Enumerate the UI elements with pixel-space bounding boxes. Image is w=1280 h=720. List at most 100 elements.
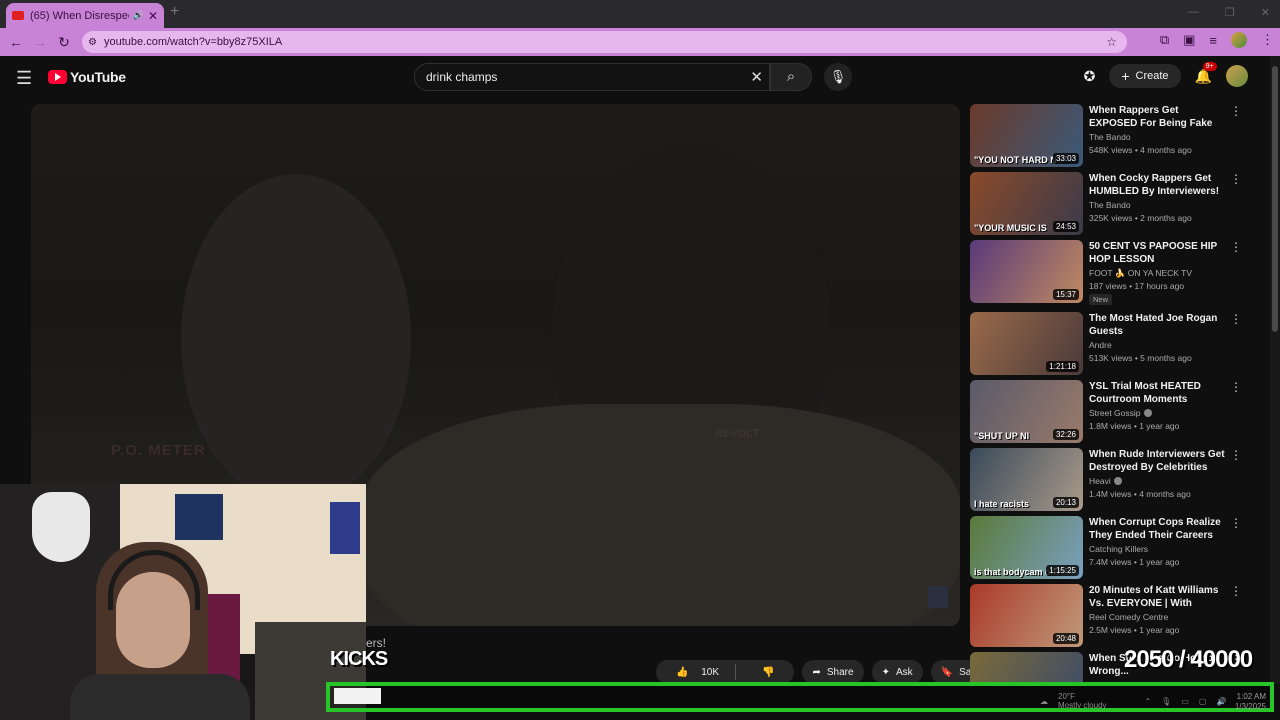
minimize-icon[interactable]: — [1188, 6, 1199, 19]
scrollbar-thumb[interactable] [1272, 66, 1278, 332]
channel-name: The Bando [1089, 200, 1131, 210]
bookmark-icon: 🔖 [940, 666, 954, 678]
create-button[interactable]: + Create [1109, 64, 1181, 88]
notifications-button[interactable]: 🔔 9+ [1195, 61, 1217, 85]
recommendation-thumbnail[interactable]: "YOUR MUSIC IS 24:53 [970, 172, 1083, 235]
browser-menu-icon[interactable]: ⋮ [1261, 32, 1274, 48]
thumbnail-text: "SHUT UP NI [974, 431, 1030, 441]
weather-icon[interactable]: ☁ [1040, 697, 1048, 706]
hamburger-menu-icon[interactable]: ☰ [16, 68, 32, 89]
streamer-shirt [70, 674, 250, 720]
recommendation-thumbnail[interactable]: 20:48 [970, 584, 1083, 647]
recommendation-thumbnail[interactable]: 15:37 [970, 240, 1083, 303]
more-options-icon[interactable]: ⋮ [1230, 584, 1242, 598]
recommendation-title[interactable]: When Cocky Rappers Get HUMBLED By Interv… [1089, 172, 1227, 198]
browser-tab-strip: (65) When Disrespectful Int 🔊 ✕ + — ❐ ✕ [0, 0, 1280, 28]
tray-display-icon[interactable]: ▢ [1199, 697, 1207, 706]
weather-widget[interactable]: 20°F Mostly cloudy [1058, 692, 1106, 710]
page-scrollbar[interactable] [1270, 56, 1280, 684]
tray-volume-icon[interactable]: 🔊 [1216, 697, 1226, 706]
like-button[interactable]: 👍 10K [656, 667, 729, 678]
more-options-icon[interactable]: ⋮ [1230, 104, 1242, 118]
address-bar[interactable]: ⚙ youtube.com/watch?v=bby8z75XILA ☆ [82, 31, 1127, 53]
youtube-logo-text: YouTube [70, 69, 126, 85]
recommendation-item[interactable]: "SHUT UP NI 32:26 YSL Trial Most HEATED Co… [970, 380, 1248, 446]
recommendation-item[interactable]: "YOUR MUSIC IS 24:53 When Cocky Rappers Ge… [970, 172, 1248, 238]
ask-button[interactable]: ✦ Ask [871, 660, 923, 684]
recommendation-title[interactable]: YSL Trial Most HEATED Courtroom Moments [1089, 380, 1227, 406]
recommendation-meta: 513K views • 5 months ago [1089, 353, 1192, 363]
recommendation-channel[interactable]: The Bando [1089, 132, 1131, 142]
close-window-icon[interactable]: ✕ [1261, 6, 1270, 19]
recommendation-title[interactable]: 50 CENT VS PAPOOSE HIP HOP LESSON LEARNE… [1089, 240, 1227, 266]
account-avatar[interactable] [1226, 65, 1248, 87]
more-options-icon[interactable]: ⋮ [1230, 240, 1242, 254]
video-watermark: REVOLT [715, 428, 759, 440]
duration-badge: 20:48 [1052, 633, 1079, 644]
recommendation-meta: 548K views • 4 months ago [1089, 145, 1192, 155]
more-options-icon[interactable]: ⋮ [1230, 312, 1242, 326]
recommendation-thumbnail[interactable]: I hate racists 20:13 [970, 448, 1083, 511]
forward-icon[interactable]: → [28, 34, 52, 50]
recommendation-thumbnail[interactable]: "SHUT UP NI 32:26 [970, 380, 1083, 443]
recommendation-channel[interactable]: Andre [1089, 340, 1112, 350]
recommendation-item[interactable]: is that bodycam on? 1:15:25 When Corrupt C… [970, 516, 1248, 582]
recommendation-channel[interactable]: Street Gossip [1089, 408, 1152, 418]
reload-icon[interactable]: ↻ [52, 34, 76, 51]
recommendation-thumbnail[interactable]: 1:21:18 [970, 312, 1083, 375]
tab-title: (65) When Disrespectful Int [30, 9, 129, 22]
reading-list-icon[interactable]: ≡ [1209, 33, 1217, 48]
recommendation-channel[interactable]: Heavi [1089, 476, 1122, 486]
new-tab-icon[interactable]: + [170, 4, 184, 20]
recommendation-title[interactable]: When Corrupt Cops Realize They Ended The… [1089, 516, 1227, 542]
search-input[interactable]: drink champs ✕ [414, 63, 770, 91]
more-options-icon[interactable]: ⋮ [1230, 448, 1242, 462]
recommendation-title[interactable]: When Rude Interviewers Get Destroyed By … [1089, 448, 1227, 474]
recommendation-item[interactable]: 1:21:18 The Most Hated Joe Rogan Guests An… [970, 312, 1248, 378]
recommendation-title[interactable]: The Most Hated Joe Rogan Guests [1089, 312, 1227, 338]
more-options-icon[interactable]: ⋮ [1230, 380, 1242, 394]
recommendation-title[interactable]: When Rappers Get EXPOSED For Being Fake … [1089, 104, 1227, 130]
youtube-header: ☰ YouTube drink champs ✕ ⌕ 🎙 ✪ + Create … [0, 56, 1270, 100]
recommendation-thumbnail[interactable] [970, 652, 1083, 684]
bookmark-star-icon[interactable]: ☆ [1106, 35, 1117, 49]
speaker-icon[interactable]: 🔊 [133, 10, 144, 21]
recommendation-item[interactable]: 20:48 20 Minutes of Katt Williams Vs. EVE… [970, 584, 1248, 650]
dislike-button[interactable]: 👎 [742, 667, 794, 678]
recommendation-channel[interactable]: Catching Killers [1089, 544, 1148, 554]
recommendation-channel[interactable]: Reel Comedy Centre [1089, 612, 1168, 622]
more-options-icon[interactable]: ⋮ [1230, 172, 1242, 186]
back-icon[interactable]: ← [4, 34, 28, 50]
extensions-icon[interactable]: ⧉ [1160, 32, 1169, 48]
search-button[interactable]: ⌕ [770, 63, 812, 91]
window-controls: — ❐ ✕ [1188, 6, 1270, 19]
kicks-label: KICKS [330, 648, 388, 670]
tray-mic-icon[interactable]: 🎙 [1161, 697, 1171, 706]
split-view-icon[interactable]: ▣ [1183, 32, 1195, 48]
tab-close-icon[interactable]: ✕ [148, 9, 158, 23]
tray-chevron-icon[interactable]: ⌃ [1144, 697, 1151, 706]
recommendation-item[interactable]: I hate racists 20:13 When Rude Interviewer… [970, 448, 1248, 514]
recommendation-channel[interactable]: FOOT 🍌 ON YA NECK TV [1089, 268, 1192, 279]
recommendation-item[interactable]: 15:37 50 CENT VS PAPOOSE HIP HOP LESSON L… [970, 240, 1248, 306]
tray-network-icon[interactable]: ▭ [1181, 697, 1189, 706]
more-options-icon[interactable]: ⋮ [1230, 516, 1242, 530]
studio-icon[interactable]: ✪ [1084, 68, 1096, 85]
channel-watermark-icon[interactable] [928, 586, 948, 608]
recommendation-thumbnail[interactable]: "YOU NOT HARD N 33:03 [970, 104, 1083, 167]
share-button[interactable]: ➦ Share [802, 660, 864, 684]
maximize-icon[interactable]: ❐ [1225, 6, 1235, 19]
browser-tab[interactable]: (65) When Disrespectful Int 🔊 ✕ [6, 3, 164, 28]
recommendation-thumbnail[interactable]: is that bodycam on? 1:15:25 [970, 516, 1083, 579]
recommendation-channel[interactable]: The Bando [1089, 200, 1131, 210]
profile-avatar-icon[interactable] [1231, 32, 1247, 48]
recommendation-title[interactable]: 20 Minutes of Katt Williams Vs. EVERYONE… [1089, 584, 1227, 610]
youtube-logo[interactable]: YouTube [48, 69, 126, 85]
recommendation-item[interactable]: "YOU NOT HARD N 33:03 When Rappers Get EXP… [970, 104, 1248, 170]
recommendation-meta: 2.5M views • 1 year ago [1089, 625, 1180, 635]
voice-search-button[interactable]: 🎙 [824, 63, 852, 91]
goal-counter: 2050 / 40000 [1124, 646, 1253, 673]
site-info-icon[interactable]: ⚙ [88, 37, 97, 48]
clear-search-icon[interactable]: ✕ [750, 68, 763, 86]
taskbar-clock[interactable]: 1:02 AM 1/3/2025 [1235, 692, 1266, 712]
